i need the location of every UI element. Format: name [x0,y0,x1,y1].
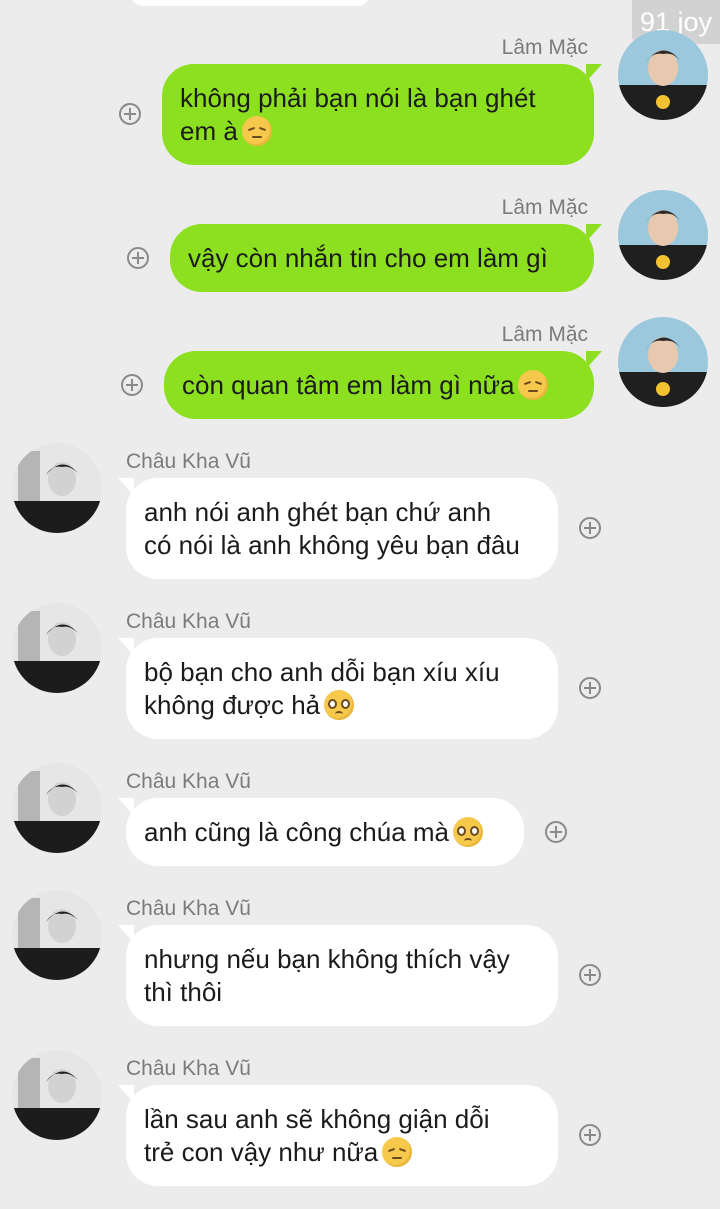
message-text: vậy còn nhắn tin cho em làm gì [188,242,548,273]
plus-circle-icon[interactable] [579,677,601,699]
pleading-face-emoji [324,689,355,720]
sender-name: Châu Kha Vũ [126,897,251,920]
sender-name: Lâm Mặc [501,196,588,219]
plus-circle-icon[interactable] [127,247,149,269]
previous-message-bubble [130,0,370,6]
message-bubble[interactable]: vậy còn nhắn tin cho em làm gì [170,224,602,292]
avatar-lam-mac[interactable] [618,317,708,407]
message-text: anh nói anh ghét bạn chứ anh có nói là a… [144,496,520,560]
sender-name: Lâm Mặc [501,36,588,59]
sender-name: Châu Kha Vũ [126,770,251,793]
message-text: lần sau anh sẽ không giận dỗi trẻ con vậ… [144,1103,490,1167]
message-bubble[interactable]: anh nói anh ghét bạn chứ anh có nói là a… [118,478,558,579]
avatar-lam-mac[interactable] [618,30,708,120]
sender-name: Châu Kha Vũ [126,450,251,473]
avatar-chau-kha-vu[interactable] [12,890,102,980]
avatar-chau-kha-vu[interactable] [12,603,102,693]
message-text: nhưng nếu bạn không thích vậy thì thôi [144,943,510,1007]
plus-circle-icon[interactable] [121,374,143,396]
pensive-face-emoji [518,369,549,400]
message-bubble[interactable]: còn quan tâm em làm gì nữa [164,351,602,419]
plus-circle-icon[interactable] [579,517,601,539]
sender-name: Châu Kha Vũ [126,610,251,633]
pensive-face-emoji [241,115,272,146]
plus-circle-icon[interactable] [545,821,567,843]
message-text: bộ bạn cho anh dỗi bạn xíu xíu không đượ… [144,656,500,720]
message-text: không phải bạn nói là bạn ghét em à [180,82,536,146]
message-bubble[interactable]: nhưng nếu bạn không thích vậy thì thôi [118,925,558,1026]
pleading-face-emoji [453,816,483,847]
pensive-face-emoji [382,1136,413,1167]
plus-circle-icon[interactable] [119,103,141,125]
message-bubble[interactable]: anh cũng là công chúa mà [118,798,524,866]
avatar-chau-kha-vu[interactable] [12,1050,102,1140]
avatar-lam-mac[interactable] [618,190,708,280]
message-text: anh cũng là công chúa mà [144,816,483,849]
avatar-chau-kha-vu[interactable] [12,443,102,533]
plus-circle-icon[interactable] [579,964,601,986]
avatar-chau-kha-vu[interactable] [12,763,102,853]
message-bubble[interactable]: lần sau anh sẽ không giận dỗi trẻ con vậ… [118,1085,558,1186]
sender-name: Châu Kha Vũ [126,1057,251,1080]
plus-circle-icon[interactable] [579,1124,601,1146]
sender-name: Lâm Mặc [501,323,588,346]
message-text: còn quan tâm em làm gì nữa [182,369,549,402]
message-bubble[interactable]: bộ bạn cho anh dỗi bạn xíu xíu không đượ… [118,638,558,739]
message-bubble[interactable]: không phải bạn nói là bạn ghét em à [162,64,602,165]
